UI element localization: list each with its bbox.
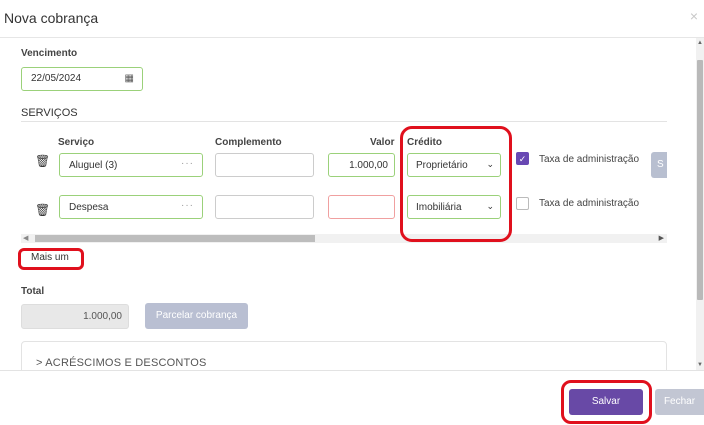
close-icon[interactable]: ×	[690, 8, 698, 24]
valor-input[interactable]: 1.000,00	[328, 153, 395, 177]
column-header-complemento: Complemento	[215, 137, 282, 148]
vencimento-date-input[interactable]: 22/05/2024 ▦	[21, 67, 143, 91]
taxa-checkbox[interactable]	[516, 197, 529, 210]
taxa-checkbox[interactable]: ✓	[516, 152, 529, 165]
save-button[interactable]: Salvar	[569, 389, 643, 415]
credito-select[interactable]: Proprietário ⌄	[407, 153, 501, 177]
scrollbar-thumb[interactable]	[35, 235, 315, 242]
trash-icon[interactable]: 🗑	[35, 203, 50, 217]
complemento-input[interactable]	[215, 195, 314, 219]
chevron-down-icon: ⌄	[486, 159, 494, 169]
acrescimos-panel[interactable]: > ACRÉSCIMOS E DESCONTOS	[21, 341, 667, 370]
modal-footer: Salvar Fechar	[0, 370, 704, 425]
scroll-up-icon[interactable]: ▲	[697, 40, 703, 46]
modal-title: Nova cobrança	[4, 10, 99, 26]
taxa-label: Taxa de administração	[539, 198, 640, 209]
total-label: Total	[21, 286, 45, 297]
close-button[interactable]: Fechar	[655, 389, 704, 415]
servico-input[interactable]: Aluguel (3) ···	[59, 153, 203, 177]
more-icon[interactable]: ···	[181, 158, 194, 169]
more-icon[interactable]: ···	[181, 200, 194, 211]
column-header-servico: Serviço	[58, 137, 95, 148]
vencimento-value: 22/05/2024	[31, 73, 82, 84]
acrescimos-panel-title[interactable]: > ACRÉSCIMOS E DESCONTOS	[36, 357, 207, 369]
scrollbar-thumb[interactable]	[697, 60, 703, 300]
row-action-button[interactable]: S	[651, 152, 667, 178]
section-divider	[21, 121, 667, 122]
credito-value: Proprietário	[416, 160, 468, 171]
mais-um-link[interactable]: Mais um	[31, 252, 69, 263]
total-value: 1.000,00	[21, 304, 129, 329]
chevron-down-icon: ⌄	[486, 201, 494, 211]
scroll-left-icon[interactable]: ◀	[23, 234, 28, 242]
calendar-icon[interactable]: ▦	[125, 73, 134, 84]
horizontal-scrollbar[interactable]: ◀ ▶	[21, 234, 667, 243]
vertical-scrollbar[interactable]: ▲ ▼	[696, 38, 704, 370]
column-header-credito: Crédito	[407, 137, 442, 148]
scroll-right-icon[interactable]: ▶	[659, 234, 664, 242]
vencimento-label: Vencimento	[21, 48, 78, 59]
complemento-input[interactable]	[215, 153, 314, 177]
credito-value: Imobiliária	[416, 202, 462, 213]
modal-header: Nova cobrança ×	[0, 0, 704, 38]
modal-body: ▲ ▼ Vencimento 22/05/2024 ▦ SERVIÇOS Ser…	[0, 38, 704, 370]
valor-input[interactable]	[328, 195, 395, 219]
servico-value: Despesa	[69, 202, 109, 213]
servicos-section-title: SERVIÇOS	[21, 107, 78, 119]
taxa-label: Taxa de administração	[539, 154, 640, 165]
column-header-valor: Valor	[370, 137, 395, 148]
parcelar-button[interactable]: Parcelar cobrança	[145, 303, 248, 329]
servico-value: Aluguel (3)	[69, 160, 118, 171]
trash-icon[interactable]: 🗑	[35, 154, 50, 168]
credito-select[interactable]: Imobiliária ⌄	[407, 195, 501, 219]
scroll-down-icon[interactable]: ▼	[697, 362, 703, 368]
servico-input[interactable]: Despesa ···	[59, 195, 203, 219]
